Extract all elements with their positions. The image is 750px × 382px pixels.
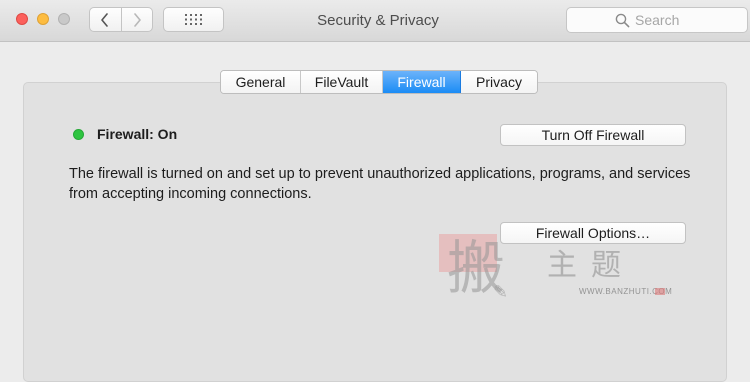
window-title: Security & Privacy: [317, 12, 439, 29]
firewall-status-label: Firewall: On: [97, 126, 178, 142]
search-icon: [615, 13, 630, 28]
forward-button[interactable]: [121, 7, 153, 32]
minimize-window-button[interactable]: [37, 13, 49, 25]
watermark-text: 主题: [547, 248, 635, 283]
tab-general[interactable]: General: [221, 71, 301, 93]
zoom-window-button[interactable]: [58, 13, 70, 25]
show-all-button[interactable]: [163, 7, 224, 32]
tab-filevault[interactable]: FileVault: [301, 71, 383, 93]
firewall-description: The firewall is turned on and set up to …: [69, 166, 691, 202]
watermark: 搬 ✎ 主题 WWW.BANZHUTI.COM: [437, 232, 677, 304]
svg-text:✎: ✎: [493, 282, 508, 298]
search-input[interactable]: [635, 11, 735, 29]
tab-bar: General FileVault Firewall Privacy: [220, 70, 538, 94]
back-button[interactable]: [89, 7, 122, 32]
turn-off-firewall-button[interactable]: Turn Off Firewall: [500, 124, 686, 146]
search-field[interactable]: [566, 7, 748, 33]
grid-icon: [185, 14, 202, 25]
chevron-right-icon: [133, 12, 141, 27]
navigation-buttons: [89, 7, 153, 32]
close-window-button[interactable]: [16, 13, 28, 25]
watermark-seal-icon: 搬 ✎: [439, 234, 508, 298]
firewall-status-indicator: [73, 129, 84, 140]
tab-firewall[interactable]: Firewall: [383, 71, 461, 93]
chevron-left-icon: [101, 12, 109, 27]
watermark-mark: [655, 288, 665, 295]
tab-privacy[interactable]: Privacy: [461, 71, 537, 93]
title-bar: Security & Privacy: [0, 0, 750, 42]
